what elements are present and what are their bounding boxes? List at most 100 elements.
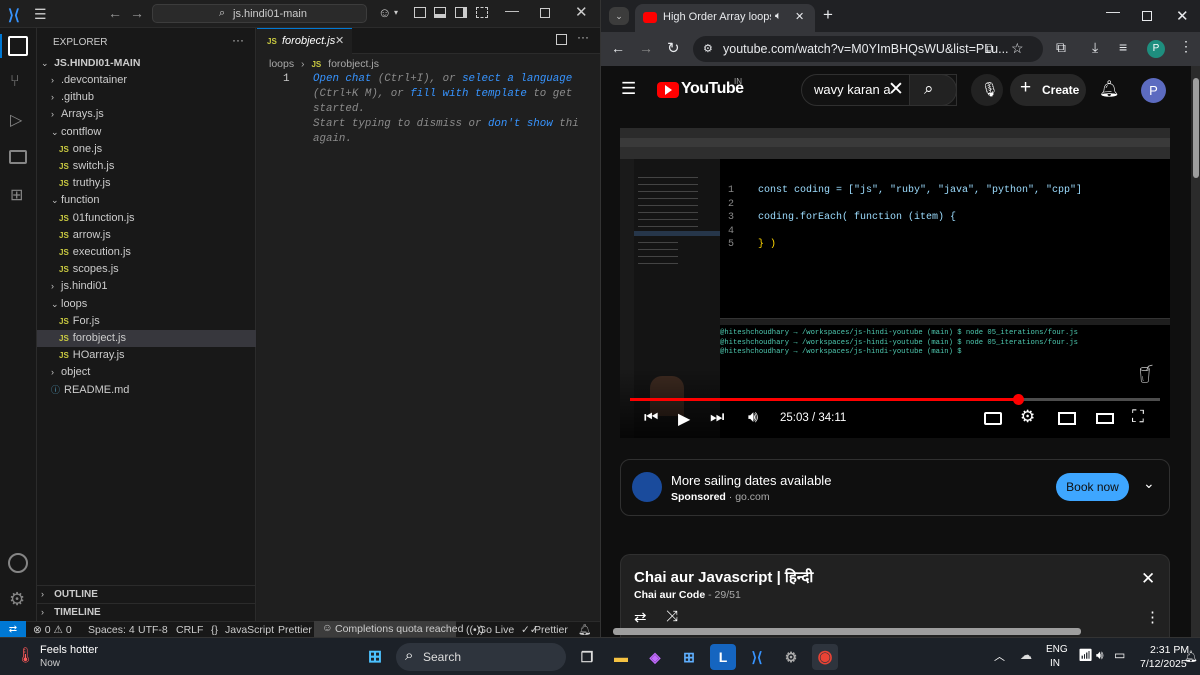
copilot-icon[interactable]: ☺ bbox=[378, 5, 391, 20]
tree-file[interactable]: JS one.js bbox=[37, 141, 256, 158]
tree-file[interactable]: JS switch.js bbox=[37, 158, 256, 175]
notifications-bell-icon[interactable]: 🔔︎ bbox=[1099, 79, 1119, 99]
layout-panel-icon[interactable] bbox=[434, 7, 446, 18]
youtube-logo-icon[interactable] bbox=[657, 82, 679, 98]
tree-file[interactable]: JS arrow.js bbox=[37, 227, 256, 244]
extensions-icon[interactable]: ⧉ bbox=[1056, 39, 1066, 56]
copilot-app-icon[interactable]: ◈ bbox=[642, 644, 668, 670]
tree-file[interactable]: JS execution.js bbox=[37, 244, 256, 261]
site-info-icon[interactable]: ⚙ bbox=[703, 42, 713, 55]
taskbar-search[interactable]: ⌕ Search bbox=[396, 643, 566, 671]
search-button[interactable]: ⌕ bbox=[909, 74, 957, 106]
tab-youtube[interactable]: High Order Array loops | ch 🔈︎ ✕ bbox=[635, 4, 815, 32]
tree-folder[interactable]: ⌄ loops bbox=[37, 296, 256, 313]
reload-icon[interactable]: ↻ bbox=[667, 39, 680, 57]
shuffle-icon[interactable]: ⤨ bbox=[666, 608, 678, 625]
new-tab-icon[interactable]: + bbox=[823, 5, 833, 25]
eol-status[interactable]: CRLF bbox=[176, 622, 203, 638]
remote-explorer-icon[interactable] bbox=[9, 150, 27, 164]
split-editor-icon[interactable] bbox=[556, 34, 567, 45]
sponsored-ad[interactable]: More sailing dates available Sponsored ·… bbox=[620, 459, 1170, 516]
onedrive-icon[interactable]: ☁ bbox=[1020, 648, 1032, 662]
timeline-section[interactable]: › TIMELINE bbox=[37, 603, 256, 620]
chevron-up-icon[interactable]: ︿ bbox=[994, 648, 1005, 664]
close-icon[interactable]: ✕ bbox=[575, 3, 588, 21]
explorer-icon[interactable] bbox=[8, 36, 28, 56]
tree-file[interactable]: JS HOarray.js bbox=[37, 347, 256, 364]
fill-template-link[interactable]: fill with template bbox=[410, 88, 527, 100]
tree-file[interactable]: JS For.js bbox=[37, 313, 256, 330]
more-options-icon[interactable]: ⋮ bbox=[1145, 608, 1160, 626]
tab-close-icon[interactable]: ✕ bbox=[795, 10, 804, 23]
voice-search-button[interactable]: 🎙︎ bbox=[971, 74, 1003, 106]
menu-icon[interactable]: ☰ bbox=[621, 79, 636, 99]
back-arrow-icon[interactable]: ← bbox=[611, 40, 625, 56]
prettier-status[interactable]: Prettier bbox=[278, 622, 312, 638]
install-app-icon[interactable]: ⧉ bbox=[985, 41, 994, 56]
maximize-icon[interactable] bbox=[540, 8, 550, 18]
windows-start-icon[interactable]: ⊞ bbox=[362, 644, 388, 670]
dont-show-link[interactable]: don't show bbox=[488, 118, 553, 130]
language-status[interactable]: JavaScript bbox=[225, 622, 274, 638]
tree-folder[interactable]: ⌄ function bbox=[37, 192, 256, 209]
problems-indicator[interactable]: ⊗ 0 ⚠ 0 bbox=[33, 622, 72, 638]
fullscreen-icon[interactable]: ⛶ bbox=[1132, 407, 1144, 427]
menu-icon[interactable]: ☰ bbox=[34, 6, 47, 23]
prettier-status-2[interactable]: Prettier bbox=[534, 622, 568, 638]
more-actions-icon[interactable]: ··· bbox=[232, 33, 244, 47]
loop-icon[interactable]: ⇄ bbox=[634, 608, 647, 626]
tab-close-icon[interactable]: ✕ bbox=[335, 34, 344, 47]
speaker-icon[interactable]: 🔈︎ bbox=[775, 10, 782, 23]
encoding-status[interactable]: UTF-8 bbox=[138, 622, 168, 638]
download-icon[interactable]: ⤓ bbox=[1092, 39, 1098, 56]
subtitles-icon[interactable] bbox=[984, 412, 1002, 425]
volume-icon[interactable]: 🔊︎ bbox=[748, 409, 758, 427]
run-debug-icon[interactable]: ▷ bbox=[10, 110, 22, 130]
tree-folder[interactable]: › Arrays.js bbox=[37, 106, 256, 123]
customize-layout-icon[interactable] bbox=[476, 7, 488, 18]
outline-section[interactable]: › OUTLINE bbox=[37, 585, 256, 602]
chevron-down-icon[interactable]: ⌄ bbox=[1143, 475, 1155, 492]
task-view-icon[interactable]: ❐ bbox=[574, 644, 600, 670]
layout-secondary-icon[interactable] bbox=[455, 7, 467, 18]
weather-title[interactable]: Feels hotter bbox=[40, 644, 98, 656]
app-l-icon[interactable]: L bbox=[710, 644, 736, 670]
tree-folder[interactable]: › .github bbox=[37, 89, 256, 106]
command-center-search[interactable]: ⌕ js.hindi01-main bbox=[152, 4, 367, 23]
tree-file[interactable]: JS truthy.js bbox=[37, 175, 256, 192]
account-icon[interactable] bbox=[8, 553, 28, 573]
source-control-icon[interactable]: ⑂ bbox=[10, 73, 20, 91]
tab-search-icon[interactable]: ⌄ bbox=[609, 7, 629, 25]
copilot-status[interactable]: ☺ Completions quota reached bbox=[314, 621, 463, 638]
close-icon[interactable]: ✕ bbox=[1176, 7, 1189, 25]
clear-search-icon[interactable]: ✕ bbox=[888, 78, 904, 101]
previous-icon[interactable]: ⏮︎ bbox=[644, 409, 658, 427]
miniplayer-icon[interactable] bbox=[1058, 412, 1076, 425]
address-bar[interactable]: ⚙ youtube.com/watch?v=M0YImBHQsWU&list=P… bbox=[693, 36, 1043, 62]
chevron-down-icon[interactable]: ▾ bbox=[394, 8, 398, 17]
file-explorer-icon[interactable]: ▬ bbox=[608, 644, 634, 670]
tree-file[interactable]: JS scopes.js bbox=[37, 261, 256, 278]
tree-folder[interactable]: › js.hindi01 bbox=[37, 278, 256, 295]
minimize-icon[interactable]: — bbox=[505, 2, 519, 18]
horizontal-scrollbar[interactable] bbox=[613, 628, 1081, 635]
vscode-taskbar-icon[interactable]: ⟩⟨ bbox=[744, 644, 770, 670]
youtube-avatar[interactable]: P bbox=[1141, 78, 1166, 103]
vertical-scrollbar-thumb[interactable] bbox=[1193, 78, 1199, 178]
tree-file[interactable]: JS forobject.js bbox=[37, 330, 256, 347]
more-actions-icon[interactable]: ··· bbox=[577, 30, 589, 44]
vertical-scrollbar-track[interactable] bbox=[1191, 66, 1200, 637]
layout-sidebar-icon[interactable] bbox=[414, 7, 426, 18]
back-arrow-icon[interactable]: ← bbox=[108, 5, 122, 21]
theater-mode-icon[interactable] bbox=[1096, 413, 1114, 424]
volume-icon[interactable]: 🔊︎ bbox=[1096, 648, 1104, 663]
close-icon[interactable]: ✕ bbox=[1141, 569, 1155, 589]
chrome-taskbar-icon[interactable]: ◉ bbox=[812, 644, 838, 670]
tree-file[interactable]: ⓘ README.md bbox=[37, 382, 256, 399]
remote-icon[interactable]: ⇄ bbox=[0, 621, 26, 638]
minimize-icon[interactable]: — bbox=[1106, 3, 1120, 19]
tree-folder[interactable]: ⌄ contflow bbox=[37, 124, 256, 141]
maximize-icon[interactable] bbox=[1142, 11, 1152, 21]
store-icon[interactable]: ⊞ bbox=[676, 644, 702, 670]
indentation-status[interactable]: Spaces: 4 bbox=[88, 622, 135, 638]
